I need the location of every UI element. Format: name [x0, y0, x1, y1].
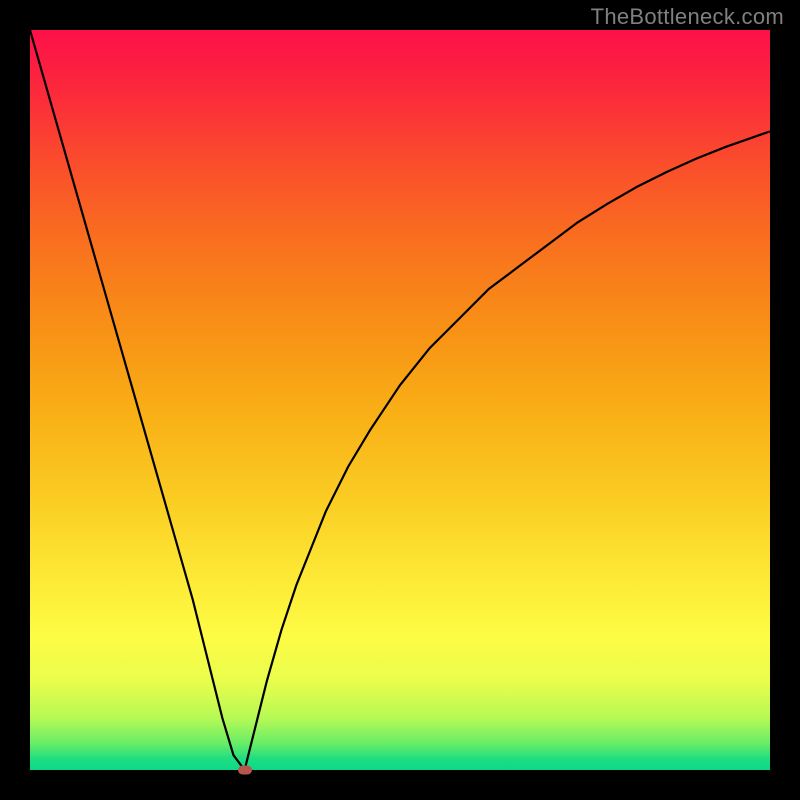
- plot-area: [30, 30, 770, 770]
- watermark-text: TheBottleneck.com: [591, 4, 784, 30]
- minimum-marker: [238, 766, 252, 775]
- curve-layer: [30, 30, 770, 770]
- bottleneck-curve-path: [30, 30, 770, 770]
- chart-root: TheBottleneck.com: [0, 0, 800, 800]
